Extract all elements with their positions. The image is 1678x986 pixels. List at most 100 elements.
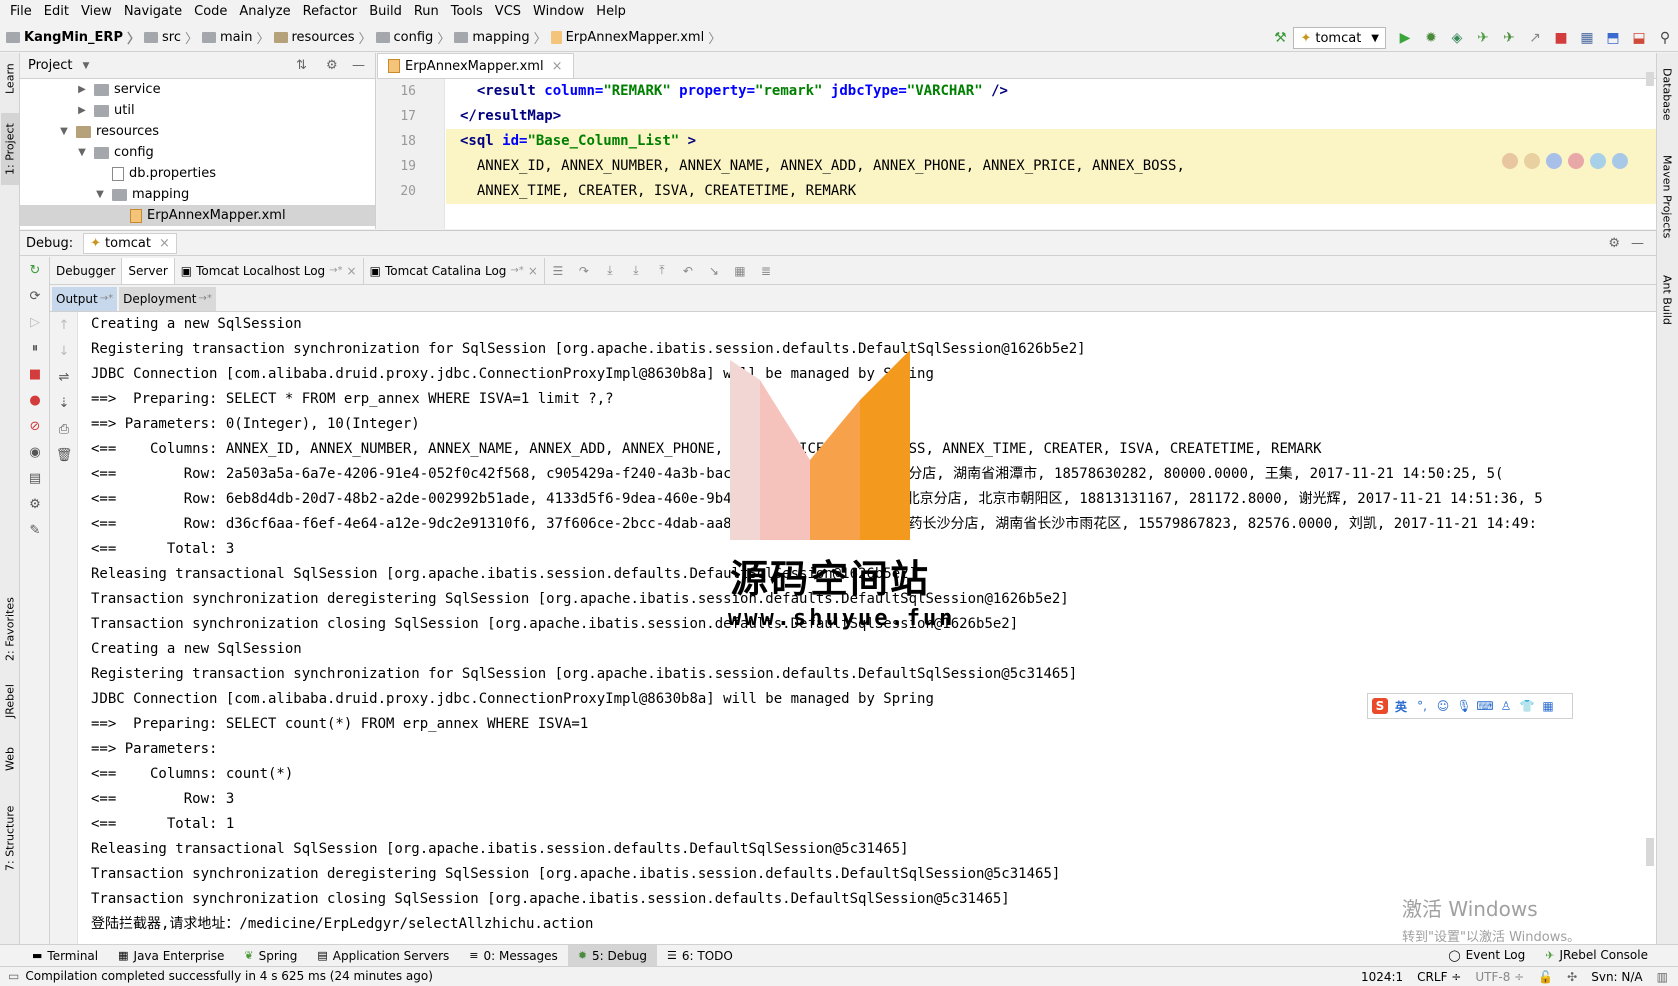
tab-deployment[interactable]: Deployment →* [119, 286, 216, 311]
sogou-logo-icon[interactable]: S [1372, 698, 1388, 714]
menu-view[interactable]: View [75, 0, 118, 24]
close-icon[interactable]: × [347, 264, 357, 278]
chevron-down-icon[interactable]: ▼ [82, 61, 89, 71]
cursor-position[interactable]: 1024:1 [1361, 970, 1403, 984]
ie-icon[interactable] [1590, 153, 1606, 169]
menu-code[interactable]: Code [188, 0, 233, 24]
console-scrollbar[interactable] [1646, 838, 1654, 866]
punctuation-icon[interactable]: °, [1414, 698, 1430, 714]
camera-icon[interactable]: ◉ [20, 439, 50, 465]
layout-icon[interactable]: ▤ [20, 465, 50, 491]
tool-tab-jrebel[interactable]: JRebel [1, 673, 19, 729]
breadcrumb-resources[interactable]: resources 〉 [273, 28, 372, 47]
breadcrumb-config[interactable]: config 〉 [375, 28, 450, 47]
file-encoding[interactable]: UTF-8 ÷ [1475, 970, 1524, 984]
tool-tab-learn[interactable]: Learn [1, 57, 19, 101]
trash-icon[interactable]: 🗑 [50, 442, 78, 468]
settings-icon[interactable]: ⚙ [20, 491, 50, 517]
menu-analyze[interactable]: Analyze [233, 0, 296, 24]
emoji-icon[interactable]: ☺ [1435, 698, 1451, 714]
rerun-icon[interactable]: ↻ [20, 257, 50, 283]
gear-icon[interactable]: ⚙ [326, 58, 338, 73]
menu-run[interactable]: Run [408, 0, 445, 24]
step-out-icon[interactable]: ⤒ [653, 262, 671, 280]
ime-language-toggle[interactable]: 英 [1393, 698, 1409, 714]
gear-icon[interactable]: ⚙ [1608, 236, 1620, 251]
tool-tab-web[interactable]: Web [1, 737, 19, 781]
chevron-down-icon[interactable]: ▼ [58, 126, 70, 137]
close-icon[interactable]: × [159, 236, 170, 251]
line-separator[interactable]: CRLF ÷ [1417, 970, 1461, 984]
menu-refactor[interactable]: Refactor [297, 0, 364, 24]
step-into-icon[interactable]: ⤓ [601, 262, 619, 280]
update-app-icon[interactable]: ⟳ [20, 283, 50, 309]
menu-build[interactable]: Build [363, 0, 408, 24]
safari-icon[interactable] [1546, 153, 1562, 169]
down-icon[interactable]: ↓ [50, 338, 78, 364]
tab-localhost-log[interactable]: ▣ Tomcat Localhost Log →* × [175, 257, 364, 284]
mute-breakpoints-icon[interactable]: ⊘ [20, 413, 50, 439]
tree-item[interactable]: ▶ util [20, 100, 375, 121]
step-over-icon[interactable]: ↷ [575, 262, 593, 280]
tree-item[interactable]: db.properties [20, 163, 375, 184]
keyboard-icon[interactable]: ⌨ [1476, 698, 1493, 714]
tool-tab-favorites[interactable]: 2: Favorites [1, 589, 19, 669]
breadcrumb-main[interactable]: main 〉 [202, 28, 270, 47]
run-config-select[interactable]: ✦ tomcat ▼ [1293, 27, 1386, 49]
bottom-tab-app-servers[interactable]: ▤ Application Servers [307, 945, 459, 967]
hide-icon[interactable]: — [352, 58, 365, 73]
breadcrumb-src[interactable]: src 〉 [144, 28, 198, 47]
tree-item[interactable]: ▶ service [20, 79, 375, 100]
memory-indicator-icon[interactable]: ▥ [1657, 970, 1668, 984]
pause-icon[interactable]: ⏸ [20, 335, 50, 361]
tab-server[interactable]: Server [122, 257, 175, 284]
run-to-cursor-icon[interactable]: ↘ [705, 262, 723, 280]
menu-edit[interactable]: Edit [38, 0, 75, 24]
code-line[interactable]: ANNEX_TIME, CREATER, ISVA, CREATETIME, R… [446, 179, 1656, 204]
code-line[interactable]: <sql id="Base_Column_List" > [446, 129, 1656, 154]
stop-icon[interactable]: ■ [1551, 28, 1571, 48]
bottom-tab-jrebel-console[interactable]: ✈ JRebel Console [1535, 944, 1658, 966]
jrebel-run-icon[interactable]: ✈ [1473, 28, 1493, 48]
resume-icon[interactable]: ▷ [20, 309, 50, 335]
firefox-icon[interactable] [1524, 153, 1540, 169]
edge-icon[interactable] [1612, 153, 1628, 169]
tool-tab-database[interactable]: Database [1658, 59, 1676, 129]
tab-debugger[interactable]: Debugger [50, 257, 123, 284]
bottom-tab-spring[interactable]: ❦ Spring [234, 945, 307, 967]
coverage-icon[interactable]: ◈ [1447, 28, 1467, 48]
status-icon[interactable]: ▭ [8, 969, 19, 983]
menu-navigate[interactable]: Navigate [118, 0, 188, 24]
menu-file[interactable]: File [4, 0, 38, 24]
vcs-status[interactable]: Svn: N/A [1591, 970, 1642, 984]
tool-tab-structure[interactable]: 7: Structure [1, 793, 19, 883]
editor-scrollbar[interactable] [1646, 72, 1654, 86]
user-icon[interactable]: ♙ [1498, 698, 1514, 714]
tool-tab-maven[interactable]: Maven Projects [1658, 147, 1676, 247]
tool-tab-ant[interactable]: Ant Build [1658, 265, 1676, 335]
menu-vcs[interactable]: VCS [489, 0, 527, 24]
menu-window[interactable]: Window [527, 0, 590, 24]
scroll-to-end-icon[interactable]: ⇣ [50, 390, 78, 416]
menu-tools[interactable]: Tools [445, 0, 489, 24]
tree-item[interactable]: ▼ mapping [20, 184, 375, 205]
bottom-tab-java-enterprise[interactable]: ▦ Java Enterprise [108, 945, 234, 967]
code-line[interactable]: <result column="REMARK" property="remark… [446, 79, 1656, 104]
code-line[interactable]: ANNEX_ID, ANNEX_NUMBER, ANNEX_NAME, ANNE… [446, 154, 1656, 179]
status-message[interactable]: Compilation completed successfully in 4 … [25, 969, 433, 983]
microphone-icon[interactable]: 🎙 [1456, 698, 1472, 714]
project-structure-icon[interactable]: ▦ [1577, 28, 1597, 48]
trace-icon[interactable]: ≣ [757, 262, 775, 280]
bottom-tab-debug[interactable]: ✹ 5: Debug [567, 944, 657, 967]
view-breakpoints-icon[interactable]: ● [20, 387, 50, 413]
breadcrumb-file[interactable]: ErpAnnexMapper.xml 〉 [550, 28, 721, 47]
opera-icon[interactable] [1568, 153, 1584, 169]
print-icon[interactable]: ⎙ [50, 416, 78, 442]
hide-icon[interactable]: — [1631, 236, 1644, 251]
up-icon[interactable]: ↑ [50, 312, 78, 338]
chrome-icon[interactable] [1502, 153, 1518, 169]
code-area[interactable]: <result column="REMARK" property="remark… [446, 79, 1656, 229]
chevron-right-icon[interactable]: ▶ [76, 105, 88, 116]
toolbox-icon[interactable]: ▦ [1540, 698, 1556, 714]
bottom-tab-messages[interactable]: ≡ 0: Messages [459, 945, 568, 967]
